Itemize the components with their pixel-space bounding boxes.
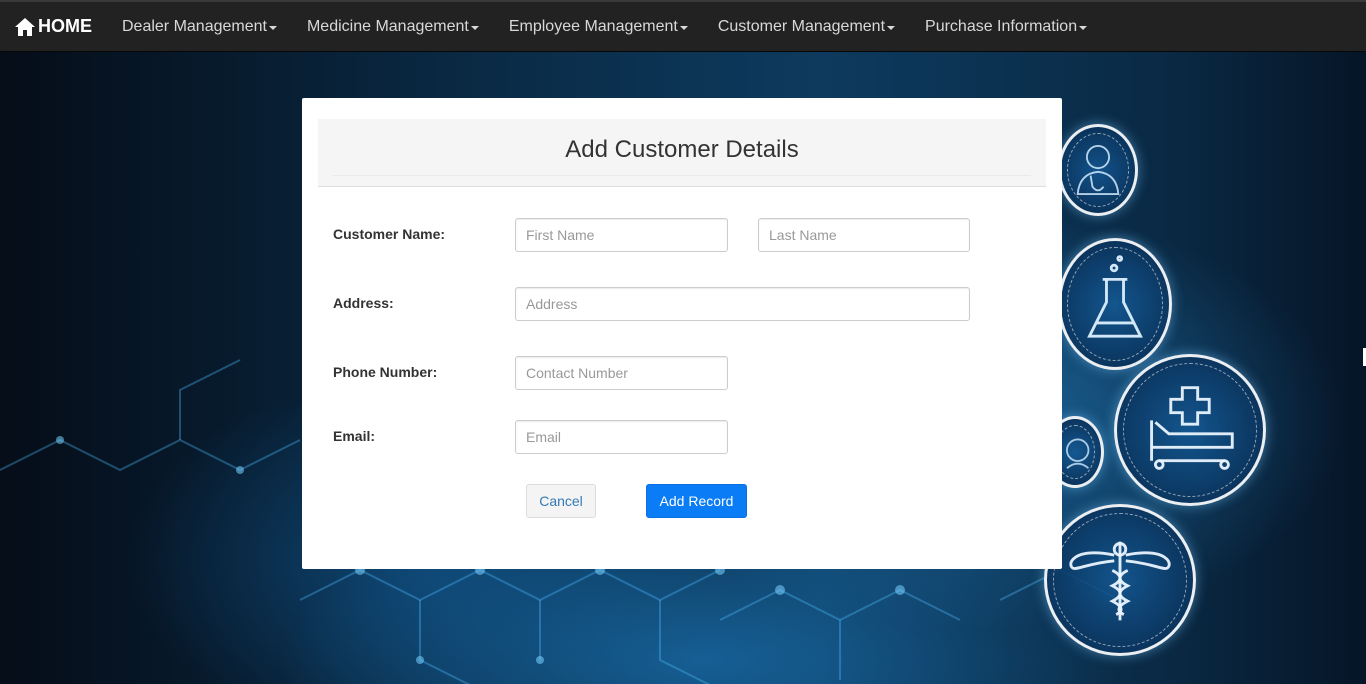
phone-number-input[interactable] — [515, 356, 728, 390]
nav-item-label: Medicine Management — [306, 17, 469, 35]
hospital-bed-icon — [1150, 386, 1234, 470]
nav-item-label: Purchase Information — [925, 17, 1078, 35]
home-icon — [15, 17, 35, 36]
form-title: Add Customer Details — [565, 136, 799, 163]
caret-down-icon — [887, 25, 896, 30]
customer-name-label: Customer Name: — [333, 226, 446, 242]
nav-item-label: Employee Management — [508, 17, 678, 35]
header-divider — [333, 175, 1031, 176]
hospital-bed-circle — [1114, 354, 1266, 506]
add-customer-form: Add Customer Details Customer Name: Addr… — [302, 98, 1062, 569]
address-input[interactable] — [515, 287, 970, 321]
nav-medicine-management[interactable]: Medicine Management — [292, 2, 494, 51]
cancel-button[interactable]: Cancel — [526, 484, 596, 518]
nav-customer-management[interactable]: Customer Management — [703, 2, 910, 51]
doctor-circle — [1058, 124, 1138, 216]
flask-icon — [1087, 255, 1143, 338]
last-name-input[interactable] — [758, 218, 970, 252]
caret-down-icon — [1079, 25, 1088, 30]
form-header: Add Customer Details — [318, 119, 1046, 187]
email-label: Email: — [333, 428, 376, 444]
top-navbar: HOME Dealer Management Medicine Manageme… — [0, 0, 1366, 52]
caduceus-icon — [1069, 541, 1171, 621]
phone-number-label: Phone Number: — [333, 364, 438, 380]
nav-item-label: Dealer Management — [122, 17, 267, 35]
caret-down-icon — [268, 25, 277, 30]
nav-item-label: Customer Management — [717, 17, 886, 35]
caret-down-icon — [679, 25, 688, 30]
first-name-input[interactable] — [515, 218, 728, 252]
home-link[interactable]: HOME — [0, 2, 107, 51]
email-input[interactable] — [515, 420, 728, 454]
doctor-icon — [1076, 145, 1120, 195]
nav-purchase-information[interactable]: Purchase Information — [910, 2, 1102, 51]
flask-circle — [1058, 238, 1172, 370]
nav-dealer-management[interactable]: Dealer Management — [107, 2, 292, 51]
home-label: HOME — [38, 16, 92, 36]
add-record-button[interactable]: Add Record — [646, 484, 747, 518]
caret-down-icon — [470, 25, 479, 30]
caduceus-circle — [1044, 504, 1196, 656]
address-label: Address: — [333, 295, 394, 311]
nav-employee-management[interactable]: Employee Management — [494, 2, 703, 51]
